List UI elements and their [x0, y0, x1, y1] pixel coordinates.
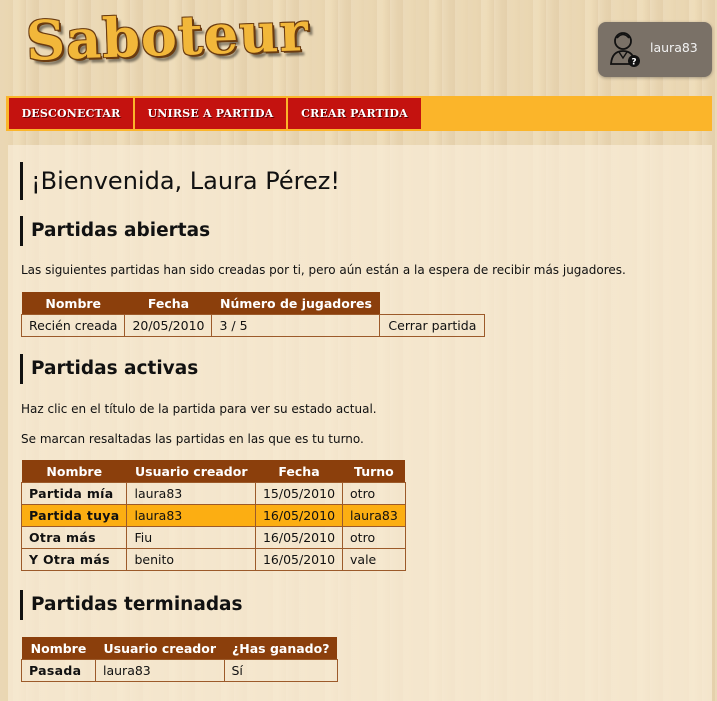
game-name-link[interactable]: Partida mía [20, 482, 128, 505]
game-creator: Fiu [126, 526, 256, 549]
table-row: Pasada laura83 Sí [21, 659, 338, 682]
col-header: Turno [342, 460, 406, 483]
game-creator: benito [126, 548, 256, 571]
game-turn: otro [342, 526, 406, 549]
game-creator: laura83 [126, 504, 256, 527]
user-avatar-icon: ? [610, 32, 640, 68]
active-games-title: Partidas activas [31, 358, 199, 379]
user-box[interactable]: ? laura83 [598, 22, 712, 77]
welcome-heading: ¡Bienvenida, Laura Pérez! [20, 162, 340, 200]
open-games-table: Nombre Fecha Número de jugadores Recién … [20, 292, 486, 337]
open-games-description: Las siguientes partidas han sido creadas… [21, 263, 626, 277]
table-header-row: Nombre Usuario creador ¿Has ganado? [21, 637, 338, 660]
finished-games-table: Nombre Usuario creador ¿Has ganado? Pasa… [21, 637, 338, 682]
game-date: 20/05/2010 [124, 314, 213, 337]
close-game-button[interactable]: Cerrar partida [379, 314, 486, 337]
game-turn: laura83 [342, 504, 406, 527]
table-header-row: Nombre Fecha Número de jugadores [21, 292, 485, 315]
game-won: Sí [223, 659, 338, 682]
active-games-note: Se marcan resaltadas las partidas en las… [21, 432, 364, 446]
main-nav: DESCONECTAR UNIRSE A PARTIDA CREAR PARTI… [6, 96, 712, 131]
disconnect-button[interactable]: DESCONECTAR [9, 98, 133, 129]
col-header: Nombre [21, 292, 125, 315]
table-row: Recién creada 20/05/2010 3 / 5 Cerrar pa… [20, 314, 486, 337]
col-header: Número de jugadores [211, 292, 380, 315]
game-name-link[interactable]: Y Otra más [20, 548, 128, 571]
finished-games-title: Partidas terminadas [31, 594, 243, 615]
game-date: 15/05/2010 [254, 482, 344, 505]
create-game-button[interactable]: CREAR PARTIDA [288, 98, 421, 129]
active-games-description: Haz clic en el título de la partida para… [21, 402, 377, 416]
game-name: Recién creada [20, 314, 126, 337]
join-game-button[interactable]: UNIRSE A PARTIDA [135, 98, 286, 129]
table-row: Y Otra más benito 16/05/2010 vale [20, 548, 406, 571]
open-games-heading: Partidas abiertas [20, 216, 210, 246]
game-name-link[interactable]: Partida tuya [20, 504, 128, 527]
col-header: Fecha [255, 460, 343, 483]
game-players: 3 / 5 [211, 314, 381, 337]
game-creator: laura83 [95, 659, 225, 682]
active-games-heading: Partidas activas [20, 354, 198, 384]
table-row-highlighted: Partida tuya laura83 16/05/2010 laura83 [20, 504, 406, 527]
col-header: Nombre [21, 637, 96, 660]
col-header: ¿Has ganado? [224, 637, 338, 660]
table-header-row: Nombre Usuario creador Fecha Turno [21, 460, 406, 483]
col-header: Usuario creador [95, 637, 224, 660]
active-games-table: Nombre Usuario creador Fecha Turno Parti… [20, 460, 406, 571]
svg-text:?: ? [631, 58, 636, 68]
game-name-link[interactable]: Pasada [21, 659, 96, 682]
col-header: Nombre [21, 460, 127, 483]
game-creator: laura83 [126, 482, 256, 505]
open-games-title: Partidas abiertas [31, 220, 211, 241]
username: laura83 [650, 40, 698, 55]
game-date: 16/05/2010 [254, 548, 344, 571]
col-header: Usuario creador [126, 460, 256, 483]
col-header: Fecha [124, 292, 212, 315]
game-name-link[interactable]: Otra más [20, 526, 128, 549]
finished-games-heading: Partidas terminadas [20, 590, 243, 620]
saboteur-logo: Saboteur [24, 0, 310, 73]
game-turn: vale [342, 548, 406, 571]
game-date: 16/05/2010 [254, 526, 344, 549]
game-date: 16/05/2010 [254, 504, 344, 527]
table-row: Partida mía laura83 15/05/2010 otro [20, 482, 406, 505]
game-turn: otro [342, 482, 406, 505]
table-row: Otra más Fiu 16/05/2010 otro [20, 526, 406, 549]
